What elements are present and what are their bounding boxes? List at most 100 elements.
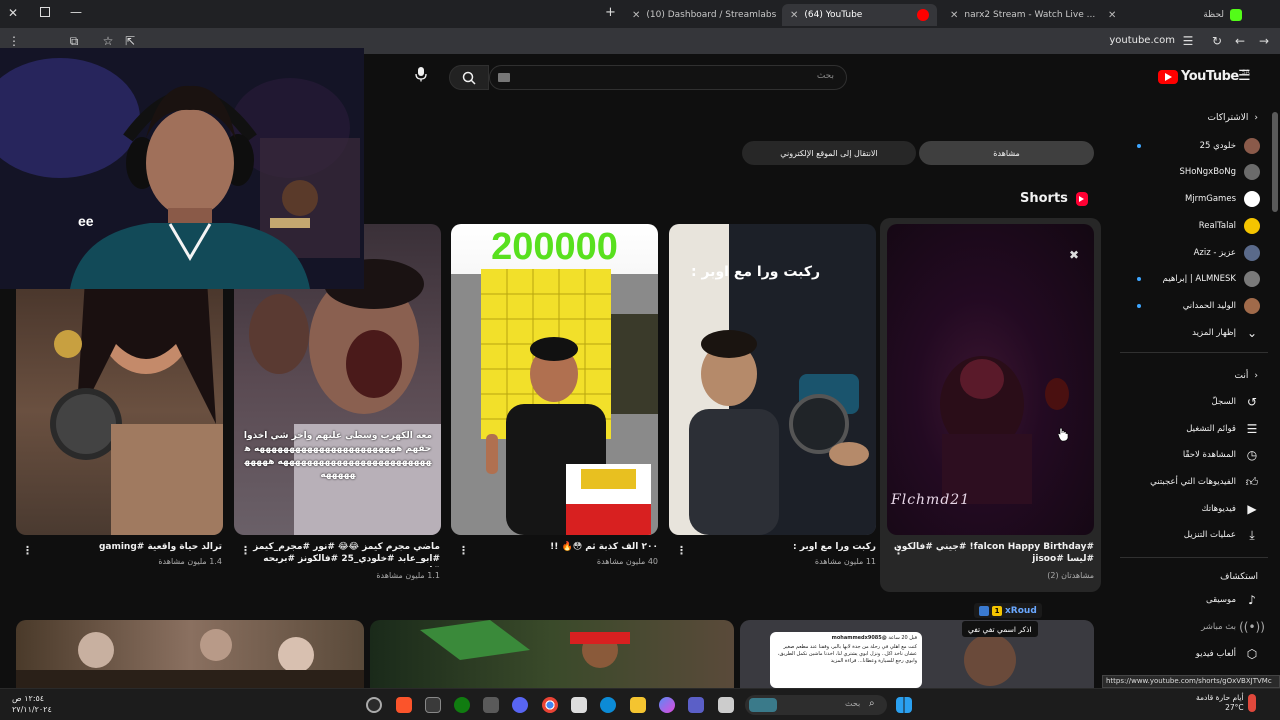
weather-widget[interactable]: أيام حارة قادمة 27°C (1196, 693, 1256, 713)
start-icon[interactable] (896, 697, 912, 713)
search-highlight-icon (749, 698, 777, 712)
app-icon-13[interactable] (718, 697, 734, 713)
close-tab-icon[interactable]: ✕ (950, 10, 958, 21)
short-card[interactable]: 200000 (451, 224, 658, 535)
chrome-icon[interactable] (542, 697, 558, 713)
store-icon[interactable] (571, 697, 587, 713)
sidebar-channel[interactable]: خلودي 25 (1120, 133, 1260, 159)
watch-button[interactable]: مشاهدة (919, 141, 1094, 165)
gaming-icon: ⬡ (1246, 647, 1258, 661)
tab-kick[interactable]: ✕ narx2 Stream - Watch Live ... (942, 4, 1095, 26)
search-button[interactable] (449, 65, 489, 90)
webcam-overlay: ee (0, 48, 364, 289)
teams-icon[interactable] (688, 697, 704, 713)
short-title[interactable]: ركبت ورا مع اوبر : (676, 541, 876, 553)
taskbar-search[interactable]: ⌕ بحث (745, 695, 887, 715)
short-overlay-text: 200000 (491, 226, 618, 268)
you-title: أنت (1234, 371, 1249, 381)
sidebar-item-your-videos[interactable]: فيديوهاتك ▶ (1120, 496, 1260, 522)
sidebar-item-liked[interactable]: الفيديوهات التي أعجبتني 👍︎ (1120, 469, 1260, 495)
sidebar-divider (1120, 557, 1268, 558)
sidebar-channel[interactable]: RealTalal (1120, 213, 1260, 239)
file-explorer-icon[interactable] (630, 697, 646, 713)
short-title[interactable]: ماضي مجرم كيمز 😂😂 #نور #مجرم_كيمز #ابو_ع… (240, 541, 440, 567)
app-icon-3[interactable] (425, 697, 441, 713)
url-field[interactable]: youtube.com (1100, 35, 1175, 46)
voice-search-button[interactable] (414, 66, 434, 88)
search-input[interactable]: بحث (489, 65, 847, 90)
watch-button-label: مشاهدة (993, 148, 1020, 158)
tab-streamlabs[interactable]: ✕ (10) Dashboard / Streamlabs (624, 4, 776, 26)
short-card[interactable]: Flchmd21 ✖ (887, 224, 1094, 535)
close-tab-icon[interactable]: ✕ (632, 10, 640, 21)
sidebar-item-music[interactable]: موسيقى ♪ (1120, 587, 1260, 613)
sidebar-item-gaming[interactable]: ألعاب فيديو ⬡ (1120, 641, 1260, 667)
history-icon: ↺ (1246, 395, 1258, 409)
short-title[interactable]: ٢٠٠ الف كذبة ثم 😳🔥 !! (458, 541, 658, 553)
share-icon[interactable]: ⇱ (122, 33, 138, 49)
app-icon-1[interactable] (366, 697, 382, 713)
copilot-icon[interactable] (659, 697, 675, 713)
reload-icon[interactable]: ↻ (1209, 33, 1225, 49)
sidebar-item-label: ألعاب فيديو (1195, 649, 1236, 659)
video-thumbnail[interactable] (16, 620, 364, 688)
youtube-logo[interactable]: YouTube SA (1158, 69, 1250, 84)
download-icon: ⤓ (1249, 527, 1255, 542)
sidebar-channel[interactable]: SHoNgxBoNg (1120, 159, 1260, 185)
explore-title: استكشاف (1220, 572, 1258, 582)
bookmark-star-icon[interactable]: ☆ (100, 33, 116, 49)
keyboard-icon[interactable] (498, 73, 510, 82)
subscriptions-heading[interactable]: الاشتراكات › (1120, 113, 1258, 123)
sidebar-item-live[interactable]: بث مباشر ((•)) (1120, 614, 1265, 640)
back-icon[interactable]: → (1256, 33, 1272, 49)
system-clock[interactable]: ١٢:٥٤ ص ٢٧/١١/٢٠٢٤ (12, 693, 52, 715)
app-icon-5[interactable] (483, 697, 499, 713)
video-thumbnail[interactable] (370, 620, 734, 688)
new-tab-icon[interactable]: + (605, 5, 616, 20)
minimize-window-icon[interactable]: — (70, 5, 82, 19)
shorts-logo-icon (1075, 191, 1088, 206)
sidebar-channel[interactable]: Aziz - عزيز (1120, 240, 1260, 266)
tab-kick-2[interactable]: ✕ لحظة (1100, 4, 1250, 26)
short-title[interactable]: ترالد حياة واقعية #gaming (22, 541, 222, 553)
short-mute-icon[interactable]: ✖ (1069, 248, 1079, 262)
browser-tab-bar: ✕ — + ✕ (10) Dashboard / Streamlabs ✕ (6… (0, 0, 1280, 28)
tune-icon[interactable]: ☰ (1180, 33, 1196, 49)
restore-window-icon[interactable] (40, 7, 50, 17)
show-more-button[interactable]: إظهار المزيد ⌄ (1120, 320, 1260, 346)
search-icon: ⌕ (869, 698, 875, 709)
sidebar-item-label: السجلّ (1211, 397, 1236, 407)
extensions-icon[interactable]: ⧉ (66, 33, 82, 49)
short-views: مشاهدتان (2) (1047, 571, 1094, 580)
sidebar-item-playlists[interactable]: قوائم التشغيل ☰ (1120, 416, 1260, 442)
sidebar-item-history[interactable]: السجلّ ↺ (1120, 389, 1260, 415)
you-heading[interactable]: أنت › (1120, 371, 1258, 381)
channel-name: الوليد الحمداني (1182, 301, 1236, 311)
short-card[interactable]: ركبت ورا مع اوبر : (669, 224, 876, 535)
close-tab-icon[interactable]: ✕ (790, 10, 798, 21)
page-scrollbar[interactable] (1270, 54, 1280, 688)
close-tab-icon[interactable]: ✕ (1108, 10, 1116, 21)
microphone-icon (415, 67, 427, 82)
youtube-logo-text: YouTube (1181, 69, 1239, 84)
discord-icon[interactable] (512, 697, 528, 713)
xbox-icon[interactable] (454, 697, 470, 713)
menu-dots-icon[interactable]: ⋮ (6, 33, 22, 49)
sidebar-channel[interactable]: إبراهيم | ALMNESK (1120, 266, 1260, 292)
brave-icon[interactable] (396, 697, 412, 713)
edge-icon[interactable] (600, 697, 616, 713)
tab-youtube[interactable]: ✕ (64) YouTube (782, 4, 937, 26)
forward-icon[interactable]: ← (1232, 33, 1248, 49)
close-window-icon[interactable]: ✕ (8, 6, 18, 20)
short-title[interactable]: #falcon Happy Birthday! #جيني #فالكون #ل… (894, 541, 1094, 565)
goto-site-button[interactable]: الانتقال إلى الموقع الإلكتروني (742, 141, 916, 165)
sidebar-channel[interactable]: الوليد الحمداني (1120, 293, 1260, 319)
scrollbar-thumb[interactable] (1272, 112, 1278, 212)
hamburger-menu-icon[interactable]: ☰ (1238, 68, 1251, 84)
sidebar-item-watch-later[interactable]: المشاهدة لاحقًا ◷ (1120, 442, 1260, 468)
jersey-sponsor-text: ee (78, 213, 94, 229)
thumbs-up-icon: 👍︎ (1245, 474, 1259, 489)
sidebar-channel[interactable]: MjrmGames (1120, 186, 1260, 212)
sidebar-item-downloads[interactable]: عمليات التنزيل ⤓ (1120, 522, 1260, 548)
windows-taskbar: ١٢:٥٤ ص ٢٧/١١/٢٠٢٤ ⌕ بحث أيام حارة قادمة… (0, 688, 1280, 720)
